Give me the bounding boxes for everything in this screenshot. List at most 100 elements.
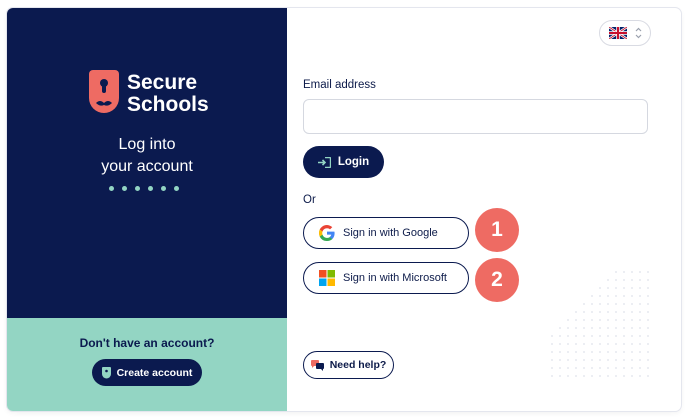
pattern-dot — [599, 375, 601, 377]
pattern-dot — [623, 287, 625, 289]
pattern-dot — [623, 367, 625, 369]
pattern-dot — [551, 367, 553, 369]
login-button[interactable]: Login — [303, 146, 384, 178]
pattern-dot — [559, 359, 561, 361]
pattern-dot — [591, 359, 593, 361]
pattern-dot — [559, 335, 561, 337]
pattern-dot — [647, 319, 649, 321]
pattern-dot — [647, 303, 649, 305]
language-selector[interactable] — [599, 20, 651, 46]
pattern-dot — [599, 343, 601, 345]
pattern-dot — [639, 351, 641, 353]
pattern-dot — [639, 319, 641, 321]
pattern-dot — [599, 311, 601, 313]
pattern-dot — [615, 311, 617, 313]
pattern-dot — [583, 351, 585, 353]
pattern-dot — [647, 279, 649, 281]
pattern-dot — [591, 319, 593, 321]
pattern-dot — [575, 367, 577, 369]
pattern-dot — [623, 303, 625, 305]
pattern-dot — [583, 303, 585, 305]
pattern-dot — [559, 327, 561, 329]
pattern-dot — [647, 343, 649, 345]
pattern-dot — [607, 335, 609, 337]
pattern-dot — [631, 311, 633, 313]
create-account-label: Create account — [116, 366, 193, 379]
pattern-dot — [631, 367, 633, 369]
google-sign-in-button[interactable]: Sign in with Google — [303, 217, 469, 249]
pattern-dot — [615, 303, 617, 305]
dot — [174, 186, 179, 191]
dot — [148, 186, 153, 191]
pattern-dot — [607, 279, 609, 281]
pattern-dot — [607, 311, 609, 313]
dot — [161, 186, 166, 191]
pattern-dot — [583, 367, 585, 369]
decorative-dots — [109, 186, 179, 191]
pattern-dot — [575, 351, 577, 353]
pattern-dot — [551, 335, 553, 337]
pattern-dot — [615, 327, 617, 329]
secure-schools-logo: Secure Schools — [89, 70, 219, 120]
pattern-dot — [631, 279, 633, 281]
pattern-dot — [623, 327, 625, 329]
pattern-dot — [631, 351, 633, 353]
pattern-dot — [607, 351, 609, 353]
pattern-dot — [615, 279, 617, 281]
need-help-button[interactable]: Need help? — [303, 351, 394, 379]
pattern-dot — [607, 359, 609, 361]
pattern-dot — [615, 359, 617, 361]
chat-bubbles-icon — [310, 359, 324, 371]
pattern-dot — [631, 343, 633, 345]
brand-panel: Secure Schools Log into your account Don… — [7, 8, 287, 411]
pattern-dot — [607, 319, 609, 321]
pattern-dot — [591, 351, 593, 353]
pattern-dot — [639, 327, 641, 329]
pattern-dot — [567, 335, 569, 337]
create-account-button[interactable]: Create account — [92, 359, 202, 386]
pattern-dot — [615, 367, 617, 369]
pattern-dot — [559, 375, 561, 377]
pattern-dot — [623, 359, 625, 361]
pattern-dot — [615, 287, 617, 289]
pattern-dot — [591, 375, 593, 377]
pattern-dot — [647, 335, 649, 337]
pattern-dot — [591, 311, 593, 313]
pattern-dot — [591, 303, 593, 305]
pattern-dot — [583, 319, 585, 321]
pattern-dot — [583, 359, 585, 361]
pattern-dot — [647, 375, 649, 377]
pattern-dot — [639, 359, 641, 361]
login-icon — [317, 156, 331, 168]
pattern-dot — [575, 343, 577, 345]
pattern-dot — [591, 327, 593, 329]
pattern-dot — [639, 375, 641, 377]
pattern-dot — [639, 343, 641, 345]
email-field[interactable] — [303, 99, 648, 134]
pattern-dot — [615, 335, 617, 337]
pattern-dot — [567, 359, 569, 361]
brand-name-line2: Schools — [127, 93, 209, 116]
pattern-dot — [591, 367, 593, 369]
brand-name-line1: Secure — [127, 71, 198, 94]
google-sign-in-label: Sign in with Google — [343, 227, 438, 239]
tagline-line1: Log into — [118, 136, 176, 153]
pattern-dot — [623, 375, 625, 377]
pattern-dot — [607, 327, 609, 329]
login-label: Login — [337, 156, 370, 168]
pattern-dot — [575, 359, 577, 361]
microsoft-sign-in-button[interactable]: Sign in with Microsoft — [303, 262, 469, 294]
pattern-dot — [567, 351, 569, 353]
pattern-dot — [583, 343, 585, 345]
shield-person-icon — [89, 70, 119, 113]
pattern-dot — [647, 367, 649, 369]
pattern-dot — [639, 367, 641, 369]
pattern-dot — [567, 319, 569, 321]
brand-name: Secure Schools — [127, 72, 209, 116]
pattern-dot — [647, 311, 649, 313]
pattern-dot — [607, 287, 609, 289]
pattern-dot — [647, 295, 649, 297]
pattern-dot — [623, 335, 625, 337]
pattern-dot — [639, 279, 641, 281]
pattern-dot — [551, 375, 553, 377]
